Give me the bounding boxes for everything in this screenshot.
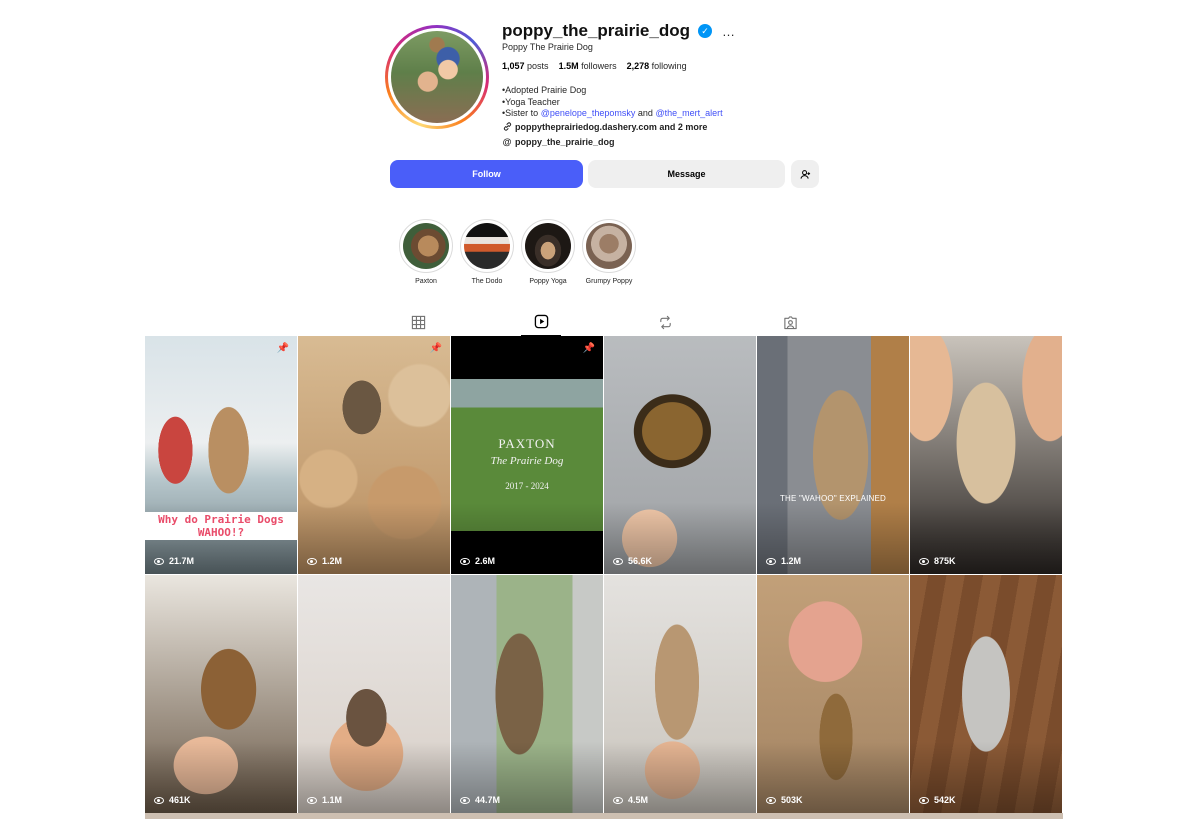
eye-icon [460,557,470,565]
message-button[interactable]: Message [588,160,785,188]
view-count: 1.2M [307,556,342,566]
view-count: 2.6M [460,556,495,566]
reel-tile[interactable]: 503K [757,575,909,813]
view-count: 461K [154,795,191,805]
reel-tile[interactable]: 4.5M [604,575,756,813]
avatar-image [391,31,483,123]
eye-icon [613,796,623,804]
eye-icon [919,796,929,804]
reel-tile[interactable]: 875K [910,336,1062,574]
reel-tile[interactable]: 542K [910,575,1062,813]
view-count: 503K [766,795,803,805]
highlight-cover [464,223,510,269]
reel-tile[interactable]: 56.6K [604,336,756,574]
bio-line: •Yoga Teacher [502,96,560,107]
reel-overlay-text: Why do Prairie Dogs WAHOO!? [145,512,297,541]
reel-tile[interactable]: 1.1M [298,575,450,813]
eye-icon [613,557,623,565]
tab-posts[interactable] [398,308,438,336]
reels-icon [534,314,548,329]
reel-tile[interactable]: 44.7M [451,575,603,813]
highlight-label: Poppy Yoga [529,278,567,285]
username-row: poppy_the_prairie_dog ✓ … [502,20,736,42]
following-stat[interactable]: 2,278 following [627,61,687,71]
eye-icon [307,557,317,565]
reel-overlay-text: PAXTON The Prairie Dog 2017 - 2024 [490,436,564,491]
mention-link[interactable]: @penelope_thepomsky [541,108,636,118]
profile-stats: 1,057 posts 1.5M followers 2,278 followi… [502,61,687,71]
view-count: 1.1M [307,795,342,805]
highlight-grumpy-poppy[interactable]: Grumpy Poppy [582,219,636,285]
tab-reels[interactable] [521,308,561,336]
reel-tile[interactable]: 461K [145,575,297,813]
highlight-label: Paxton [415,278,437,285]
mention-link[interactable]: @the_mert_alert [655,108,722,118]
tab-tagged[interactable] [770,308,810,336]
view-count: 56.6K [613,556,652,566]
reel-tile[interactable]: 📌 1.2M [298,336,450,574]
full-name: Poppy The Prairie Dog [502,42,593,52]
view-count: 542K [919,795,956,805]
reel-tile[interactable]: 📌 Why do Prairie Dogs WAHOO!? 21.7M [145,336,297,574]
tagged-icon [783,315,797,329]
view-count: 44.7M [460,795,500,805]
highlight-cover [586,223,632,269]
repost-icon [659,315,671,329]
more-options-icon[interactable]: … [722,24,736,39]
highlight-poppy-yoga[interactable]: Poppy Yoga [521,219,575,285]
highlight-label: Grumpy Poppy [585,278,633,285]
eye-icon [460,796,470,804]
next-row-peek [145,813,1063,819]
external-link[interactable]: poppytheprairiedog.dashery.com and 2 mor… [502,121,723,135]
pinned-icon: 📌 [276,343,289,354]
grid-icon [411,315,425,329]
verified-badge-icon: ✓ [697,24,712,38]
eye-icon [919,557,929,565]
view-count: 21.7M [154,556,194,566]
eye-icon [766,796,776,804]
pinned-icon: 📌 [429,343,442,354]
highlight-the-dodo[interactable]: The Dodo [460,219,514,285]
bio-line: •Adopted Prairie Dog [502,85,587,95]
pinned-icon: 📌 [582,343,595,354]
suggested-users-button[interactable] [791,160,819,188]
profile-bio: •Adopted Prairie Dog •Yoga Teacher •Sist… [502,85,723,149]
profile-avatar[interactable] [385,25,489,129]
eye-icon [154,796,164,804]
reel-tile[interactable]: THE "WAHOO" EXPLAINED 1.2M [757,336,909,574]
posts-stat: 1,057 posts [502,61,549,71]
link-icon [502,121,512,135]
follow-button[interactable]: Follow [390,160,583,188]
reel-overlay-text: THE "WAHOO" EXPLAINED [779,494,887,503]
highlight-cover [403,223,449,269]
reels-grid: 📌 Why do Prairie Dogs WAHOO!? 21.7M 📌 1.… [145,336,1063,813]
bio-line: •Sister to @penelope_thepomsky and @the_… [502,108,723,118]
highlight-label: The Dodo [471,278,503,285]
highlight-paxton[interactable]: Paxton [399,219,453,285]
add-person-icon [800,169,810,179]
username: poppy_the_prairie_dog [502,21,690,40]
view-count: 1.2M [766,556,801,566]
reel-tile[interactable]: 📌 PAXTON The Prairie Dog 2017 - 2024 2.6… [451,336,603,574]
view-count: 4.5M [613,795,648,805]
view-count: 875K [919,556,956,566]
threads-icon: @ [502,137,512,147]
eye-icon [154,557,164,565]
threads-link[interactable]: @ poppy_the_prairie_dog [502,137,723,149]
tab-reposts[interactable] [645,308,685,336]
followers-stat[interactable]: 1.5M followers [559,61,617,71]
highlight-cover [525,223,571,269]
eye-icon [766,557,776,565]
eye-icon [307,796,317,804]
